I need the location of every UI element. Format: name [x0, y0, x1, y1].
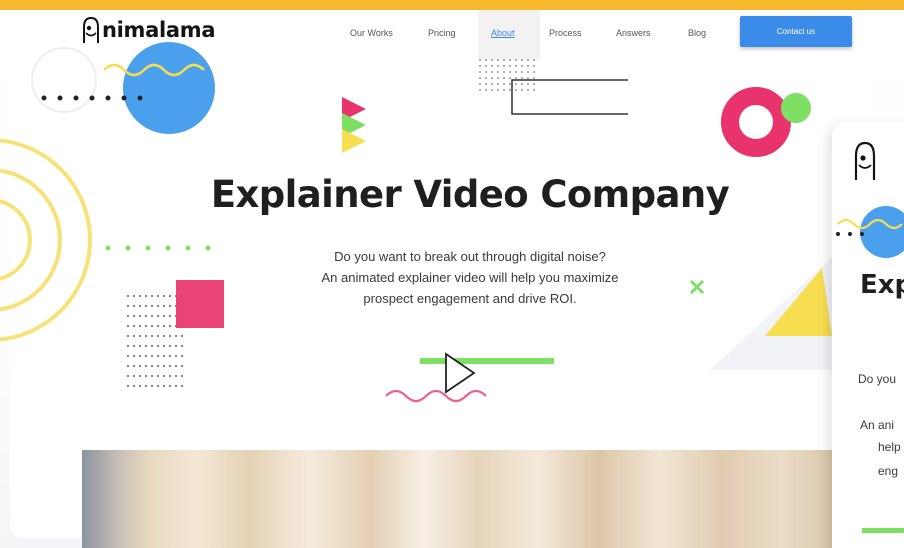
- page-viewport: nimalama Our Works Pricing About Process…: [0, 10, 904, 548]
- main-page-card: nimalama Our Works Pricing About Process…: [0, 10, 870, 548]
- pink-ring-decoration: [721, 87, 811, 157]
- side-preview-line: eng: [878, 464, 899, 478]
- nav-item-our-works[interactable]: Our Works: [350, 28, 393, 38]
- side-preview-line: help: [878, 440, 901, 454]
- nav-item-answers[interactable]: Answers: [616, 28, 651, 38]
- play-video-button[interactable]: [440, 350, 480, 396]
- side-preview-card: Exp Do you An ani help eng: [832, 122, 904, 548]
- brand-name: nimalama: [102, 18, 216, 42]
- green-x-decoration: [689, 279, 705, 295]
- hero-subtitle-line: Do you want to break out through digital…: [334, 249, 606, 264]
- side-preview-title: Exp: [860, 270, 904, 300]
- dot-grid-decoration: [478, 10, 628, 115]
- green-line-decoration: [862, 528, 904, 533]
- brand-logo[interactable]: nimalama: [80, 15, 216, 45]
- hero-title: Explainer Video Company: [210, 173, 730, 216]
- triangles-decoration: [342, 97, 366, 153]
- nav-item-blog[interactable]: Blog: [688, 28, 706, 38]
- hero-subtitle: Do you want to break out through digital…: [260, 246, 680, 309]
- concentric-rings-decoration: [0, 138, 92, 342]
- side-preview-line: Do you: [858, 372, 897, 386]
- video-preview-strip[interactable]: [82, 450, 842, 548]
- nav-item-pricing[interactable]: Pricing: [428, 28, 456, 38]
- yellow-triangle-decoration: [710, 250, 840, 370]
- pink-square-decoration: [126, 280, 224, 388]
- green-dots-decoration: [105, 245, 211, 251]
- nav-item-about[interactable]: About: [491, 28, 515, 38]
- side-preview-line: An ani: [860, 418, 895, 432]
- llama-head-icon: [83, 16, 99, 43]
- blue-circle-decoration: [31, 42, 215, 134]
- hero-subtitle-line: An animated explainer video will help yo…: [321, 270, 619, 285]
- llama-head-icon: [854, 141, 876, 180]
- nav-item-process[interactable]: Process: [549, 28, 582, 38]
- blue-circle-decoration: [836, 206, 904, 258]
- play-icon: [445, 352, 476, 394]
- contact-us-button[interactable]: Contact us: [740, 16, 852, 47]
- hero-subtitle-line: prospect engagement and drive ROI.: [363, 291, 577, 306]
